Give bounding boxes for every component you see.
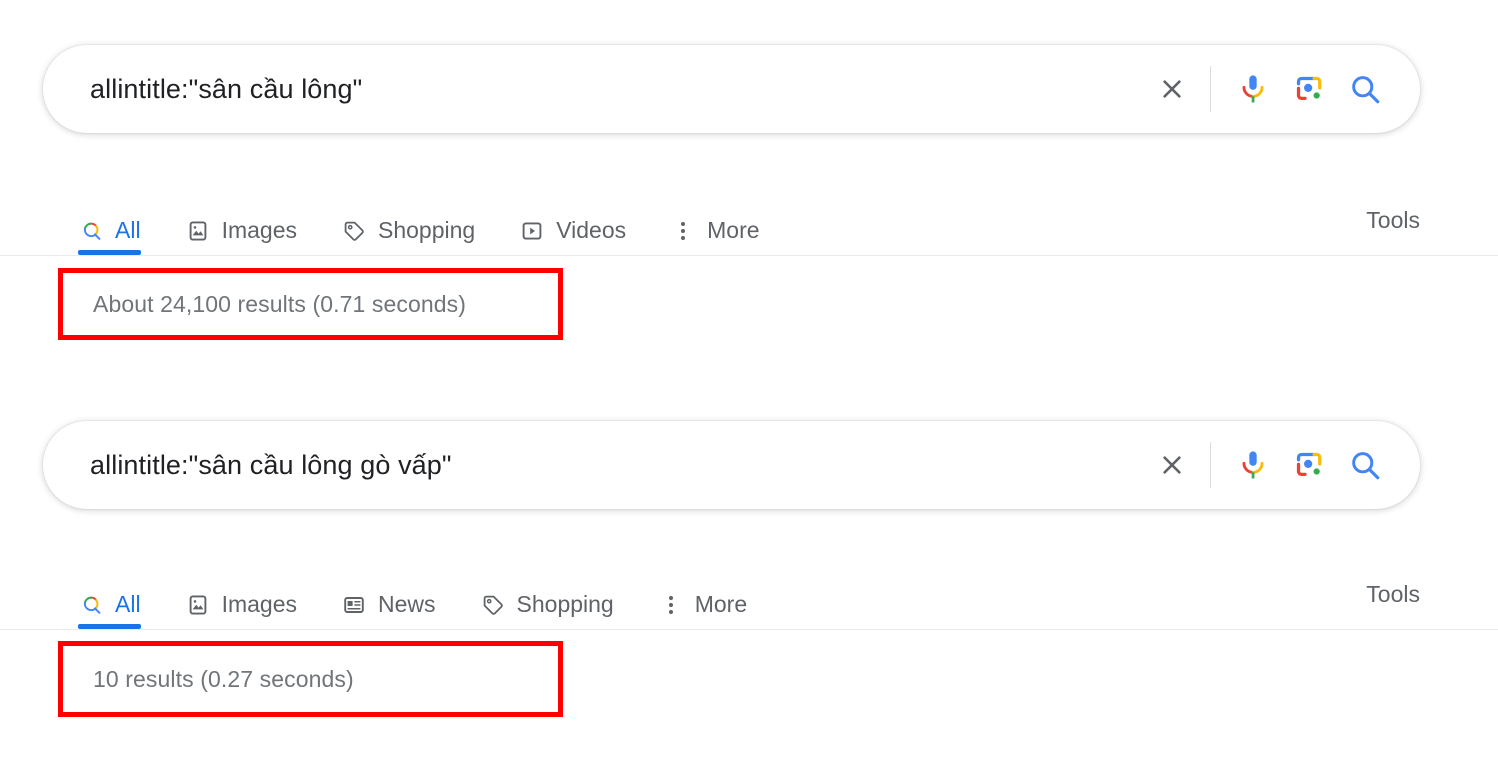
voice-search-button-1[interactable]	[1225, 61, 1281, 117]
lens-search-button-2[interactable]	[1281, 437, 1337, 493]
tabs-row-1: All Images Shopping Videos More Tools	[0, 186, 1498, 256]
search-submit-button-1[interactable]	[1337, 61, 1393, 117]
search-actions-divider-1	[1210, 66, 1211, 112]
tab-shopping-2[interactable]: Shopping	[480, 560, 614, 629]
tools-button-1[interactable]: Tools	[1366, 207, 1498, 234]
more-dots-icon	[658, 592, 684, 618]
search-actions-1	[1144, 61, 1393, 117]
google-lens-icon	[1296, 452, 1322, 476]
tab-label: Images	[221, 591, 297, 617]
tabs-row-2: All Images News Shopping More Tools	[0, 560, 1498, 630]
search-submit-button-2[interactable]	[1337, 437, 1393, 493]
search-input-2[interactable]: allintitle:"sân cầu lông gò vấp"	[90, 449, 1144, 481]
result-stats-text: About 24,100 results (0.71 seconds)	[93, 290, 467, 317]
search-input-1[interactable]: allintitle:"sân cầu lông"	[90, 73, 1144, 105]
clear-button-1[interactable]	[1144, 61, 1200, 117]
news-icon	[341, 592, 367, 618]
tab-images-2[interactable]: Images	[185, 560, 297, 629]
result-stats-text: 10 results (0.27 seconds)	[93, 665, 354, 692]
tag-icon	[341, 218, 367, 244]
tab-label: More	[707, 217, 760, 243]
tab-label: All	[115, 217, 141, 243]
tab-label: Shopping	[516, 591, 614, 617]
tab-label: More	[694, 591, 748, 617]
tab-more-2[interactable]: More	[658, 560, 747, 629]
tab-videos-1[interactable]: Videos	[519, 186, 626, 255]
search-actions-2	[1144, 437, 1393, 493]
video-icon	[519, 218, 545, 244]
tab-label: Shopping	[378, 217, 476, 243]
tab-more-1[interactable]: More	[670, 186, 760, 255]
tabs-left-2: All Images News Shopping More	[0, 560, 791, 629]
more-dots-icon	[670, 218, 696, 244]
tab-images-1[interactable]: Images	[185, 186, 297, 255]
search-box-2[interactable]: allintitle:"sân cầu lông gò vấp"	[43, 421, 1420, 509]
tab-label: Videos	[556, 217, 627, 243]
close-icon	[1162, 455, 1182, 475]
lens-search-button-1[interactable]	[1281, 61, 1337, 117]
tab-label: News	[378, 591, 436, 617]
google-lens-icon	[1296, 76, 1322, 100]
image-icon	[185, 592, 211, 618]
close-icon	[1162, 79, 1182, 99]
tools-button-2[interactable]: Tools	[1366, 581, 1498, 608]
tab-all-2[interactable]: All	[78, 560, 141, 629]
google-search-icon	[78, 592, 104, 618]
google-search-icon	[78, 218, 104, 244]
tag-icon	[480, 592, 506, 618]
image-icon	[185, 218, 211, 244]
tab-label: Images	[221, 217, 297, 243]
microphone-icon	[1242, 75, 1264, 103]
result-stats-callout-1: About 24,100 results (0.71 seconds)	[58, 268, 563, 340]
search-icon	[1352, 76, 1380, 104]
tab-label: All	[115, 591, 141, 617]
result-stats-callout-2: 10 results (0.27 seconds)	[58, 641, 563, 717]
microphone-icon	[1242, 451, 1264, 479]
tab-news-2[interactable]: News	[341, 560, 436, 629]
tabs-left-1: All Images Shopping Videos More	[0, 186, 804, 255]
search-icon	[1352, 452, 1380, 480]
tab-all-1[interactable]: All	[78, 186, 141, 255]
search-actions-divider-2	[1210, 442, 1211, 488]
search-box-1[interactable]: allintitle:"sân cầu lông"	[43, 45, 1420, 133]
voice-search-button-2[interactable]	[1225, 437, 1281, 493]
clear-button-2[interactable]	[1144, 437, 1200, 493]
tab-shopping-1[interactable]: Shopping	[341, 186, 475, 255]
